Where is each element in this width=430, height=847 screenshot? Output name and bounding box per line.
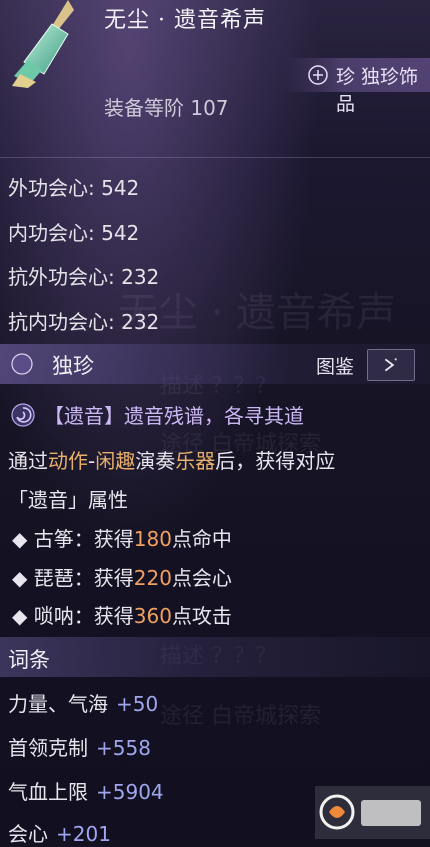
skill-title: 【遗音】遗音残谱，各寻其道 — [44, 404, 304, 428]
stat-line: 抗内功会心: 232 — [8, 310, 160, 334]
codex-button[interactable] — [367, 349, 415, 381]
jade-pendant-icon — [12, 0, 74, 88]
unique-section-label: 独珍 — [52, 354, 94, 378]
skill-description-line: 「遗音」属性 — [8, 488, 128, 512]
affix-line: 会心 +201 — [8, 822, 111, 846]
stat-line: 抗外功会心: 232 — [8, 265, 160, 289]
affix-line: 气血上限 +5904 — [8, 780, 164, 804]
affix-line: 力量、气海 +50 — [8, 692, 159, 716]
instrument-bonus: ◆ 琵琶：获得220点会心 — [12, 566, 232, 590]
rarity-label: 珍 独珍饰品 — [336, 66, 419, 115]
skill-description-line: 通过动作-闲趣演奏乐器后，获得对应 — [8, 449, 336, 473]
affix-section-bar — [0, 637, 430, 677]
item-title: 无尘 · 遗音希声 — [104, 8, 266, 33]
stat-line: 内功会心: 542 — [8, 221, 140, 245]
item-tooltip-panel: 无尘 · 遗音希声 描述 ？？？ 途径 白帝城探索 描述 ？？？ 途径 白帝城探… — [0, 0, 430, 846]
chevron-right-icon — [384, 358, 397, 372]
rarity-seal-icon — [308, 65, 328, 85]
watermark-source-2: 途径 白帝城探索 — [160, 704, 321, 729]
site-logo — [315, 786, 430, 839]
watermark-title: 无尘 · 遗音希声 — [118, 290, 397, 336]
item-header: 无尘 · 遗音希声 珍 独珍饰品 装备等阶 107 — [0, 0, 430, 145]
affix-line: 首领克制 +558 — [8, 736, 151, 760]
stat-line: 外功会心: 542 — [8, 176, 140, 200]
codex-label[interactable]: 图鉴 — [316, 352, 354, 379]
divider — [0, 157, 430, 158]
instrument-bonus: ◆ 古筝：获得180点命中 — [12, 527, 232, 551]
instrument-bonus: ◆ 唢呐：获得360点攻击 — [12, 604, 232, 628]
unique-badge-icon — [11, 353, 33, 375]
affix-section-label: 词条 — [8, 648, 50, 672]
equipment-level: 装备等阶 107 — [104, 96, 229, 120]
swirl-icon — [11, 403, 35, 427]
